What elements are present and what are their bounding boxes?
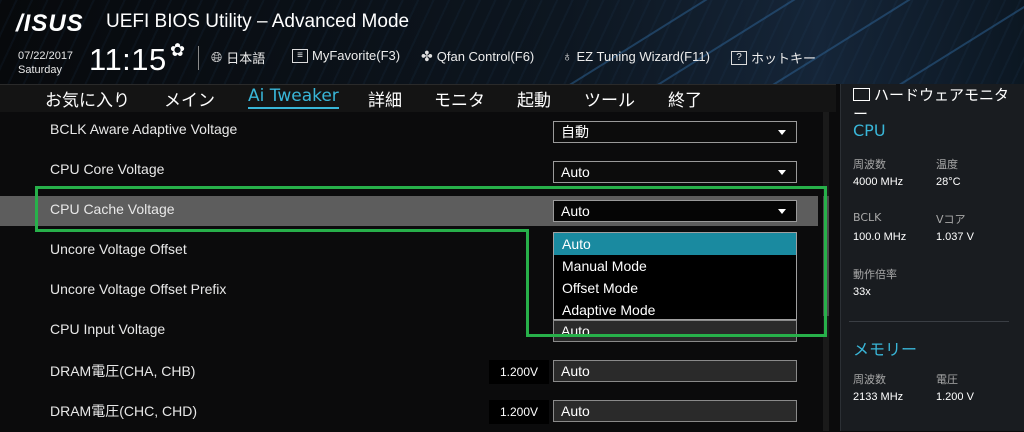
language-button[interactable]: 🌐︎ 日本語 xyxy=(211,48,265,67)
cpu-cache-voltage-select[interactable]: Auto xyxy=(553,200,797,222)
dropdown-option[interactable]: Manual Mode xyxy=(554,255,796,277)
mem-freq-label: 周波数 xyxy=(853,373,886,386)
setting-label: CPU Cache Voltage xyxy=(50,201,175,217)
header-divider xyxy=(198,46,199,70)
scrollbar-thumb[interactable] xyxy=(823,196,829,316)
cpu-core-voltage-select[interactable]: Auto xyxy=(553,161,797,183)
setting-label: DRAM電圧(CHA, CHB) xyxy=(50,363,196,379)
hardware-monitor-panel: ハードウェアモニター CPU 周波数 温度 4000 MHz 28°C BCLK… xyxy=(840,84,1024,431)
myfavorite-button[interactable]: ≡ MyFavorite(F3) xyxy=(292,48,400,63)
setting-row[interactable]: CPU Core Voltage Auto xyxy=(0,152,818,192)
voltage-reading: 1.200V xyxy=(489,360,549,384)
qfan-label: Qfan Control(F6) xyxy=(436,49,535,64)
setting-label: Uncore Voltage Offset Prefix xyxy=(50,281,227,297)
tab-ai-tweaker[interactable]: Ai Tweaker xyxy=(248,86,339,109)
cpu-freq-value: 4000 MHz xyxy=(853,176,904,188)
dropdown-list: Auto Manual Mode Offset Mode Adaptive Mo… xyxy=(553,232,797,320)
hotkey-button[interactable]: ? ホットキー xyxy=(731,48,816,67)
mem-volt-value: 1.200 V xyxy=(936,391,974,403)
ez-tuning-label: EZ Tuning Wizard(F11) xyxy=(576,48,710,64)
field-value: Auto xyxy=(561,403,590,419)
select-value: Auto xyxy=(561,203,590,219)
dram-voltage-cd-field[interactable]: Auto xyxy=(553,400,797,422)
bclk-aware-select[interactable]: 自動 xyxy=(553,121,797,143)
chevron-down-icon xyxy=(778,130,786,135)
field-value: Auto xyxy=(561,323,590,339)
cpu-freq-label: 周波数 xyxy=(853,158,886,171)
tab-main[interactable]: メイン xyxy=(164,86,215,111)
voltage-reading: 1.200V xyxy=(489,400,549,424)
setting-row[interactable]: DRAM電圧(CHA, CHB) 1.200V Auto xyxy=(0,352,818,392)
chevron-down-icon xyxy=(778,170,786,175)
setting-label: CPU Input Voltage xyxy=(50,321,166,337)
dram-voltage-ab-field[interactable]: Auto xyxy=(553,360,797,382)
cpu-input-voltage-field[interactable]: Auto xyxy=(553,320,797,342)
field-value: Auto xyxy=(561,363,590,379)
select-value: Auto xyxy=(561,164,590,180)
monitor-icon xyxy=(853,88,870,101)
tab-tool[interactable]: ツール xyxy=(584,86,635,111)
dropdown-option[interactable]: Adaptive Mode xyxy=(554,299,796,321)
asus-logo: /ISUS xyxy=(16,10,84,37)
gear-icon[interactable]: ✿ xyxy=(170,40,185,61)
globe-icon: 🌐︎ xyxy=(211,49,223,65)
favorite-icon: ≡ xyxy=(292,48,308,63)
vcore-value: 1.037 V xyxy=(936,231,974,243)
menu-bar: お気に入り メイン Ai Tweaker 詳細 モニタ 起動 ツール 終了 xyxy=(0,84,836,113)
vcore-label: Vコア xyxy=(936,213,966,226)
ratio-label: 動作倍率 xyxy=(853,268,897,281)
ratio-value: 33x xyxy=(853,286,871,298)
monitor-title-text: ハードウェアモニター xyxy=(853,86,1010,123)
setting-row[interactable]: DRAM電圧(CHC, CHD) 1.200V Auto xyxy=(0,392,818,432)
tab-exit[interactable]: 終了 xyxy=(668,86,702,111)
fan-icon: ✤ xyxy=(421,48,433,64)
monitor-title: ハードウェアモニター xyxy=(853,86,1021,124)
bclk-label: BCLK xyxy=(853,211,882,224)
ez-tuning-button[interactable]: ♁ EZ Tuning Wizard(F11) xyxy=(562,48,710,64)
setting-label: CPU Core Voltage xyxy=(50,161,165,177)
chevron-down-icon xyxy=(778,209,786,214)
date-text: 07/22/2017 xyxy=(18,50,74,62)
setting-label: DRAM電圧(CHC, CHD) xyxy=(50,403,197,419)
myfavorite-label: MyFavorite(F3) xyxy=(312,48,401,63)
vertical-scrollbar[interactable] xyxy=(823,112,829,431)
help-icon: ? xyxy=(731,50,747,65)
bclk-value: 100.0 MHz xyxy=(853,231,907,243)
mem-volt-label: 電圧 xyxy=(936,373,958,386)
tab-favorites[interactable]: お気に入り xyxy=(45,86,130,111)
tab-advanced[interactable]: 詳細 xyxy=(368,86,402,111)
mem-freq-value: 2133 MHz xyxy=(853,391,904,403)
clock: 11:15 xyxy=(89,42,167,77)
tab-monitor[interactable]: モニタ xyxy=(434,86,485,111)
setting-row[interactable]: BCLK Aware Adaptive Voltage 自動 xyxy=(0,112,818,152)
day-text: Saturday xyxy=(18,64,63,76)
language-label: 日本語 xyxy=(226,51,266,66)
app-title: UEFI BIOS Utility – Advanced Mode xyxy=(106,11,410,32)
dropdown-option[interactable]: Auto xyxy=(554,233,796,255)
setting-row-selected[interactable]: CPU Cache Voltage Auto xyxy=(0,196,818,226)
qfan-button[interactable]: ✤ Qfan Control(F6) xyxy=(421,48,534,65)
cpu-temp-value: 28°C xyxy=(936,176,961,188)
hotkey-label: ホットキー xyxy=(751,51,817,66)
dropdown-option[interactable]: Offset Mode xyxy=(554,277,796,299)
lightbulb-icon: ♁ xyxy=(562,48,573,64)
cpu-temp-label: 温度 xyxy=(936,158,958,171)
header-bar: /ISUS UEFI BIOS Utility – Advanced Mode … xyxy=(0,0,1024,84)
memory-heading: メモリー xyxy=(853,340,918,359)
monitor-divider xyxy=(849,321,1009,322)
cpu-heading: CPU xyxy=(853,121,886,140)
tab-boot[interactable]: 起動 xyxy=(517,86,551,111)
select-value: 自動 xyxy=(561,124,589,140)
setting-label: Uncore Voltage Offset xyxy=(50,241,187,257)
setting-label: BCLK Aware Adaptive Voltage xyxy=(50,121,238,137)
